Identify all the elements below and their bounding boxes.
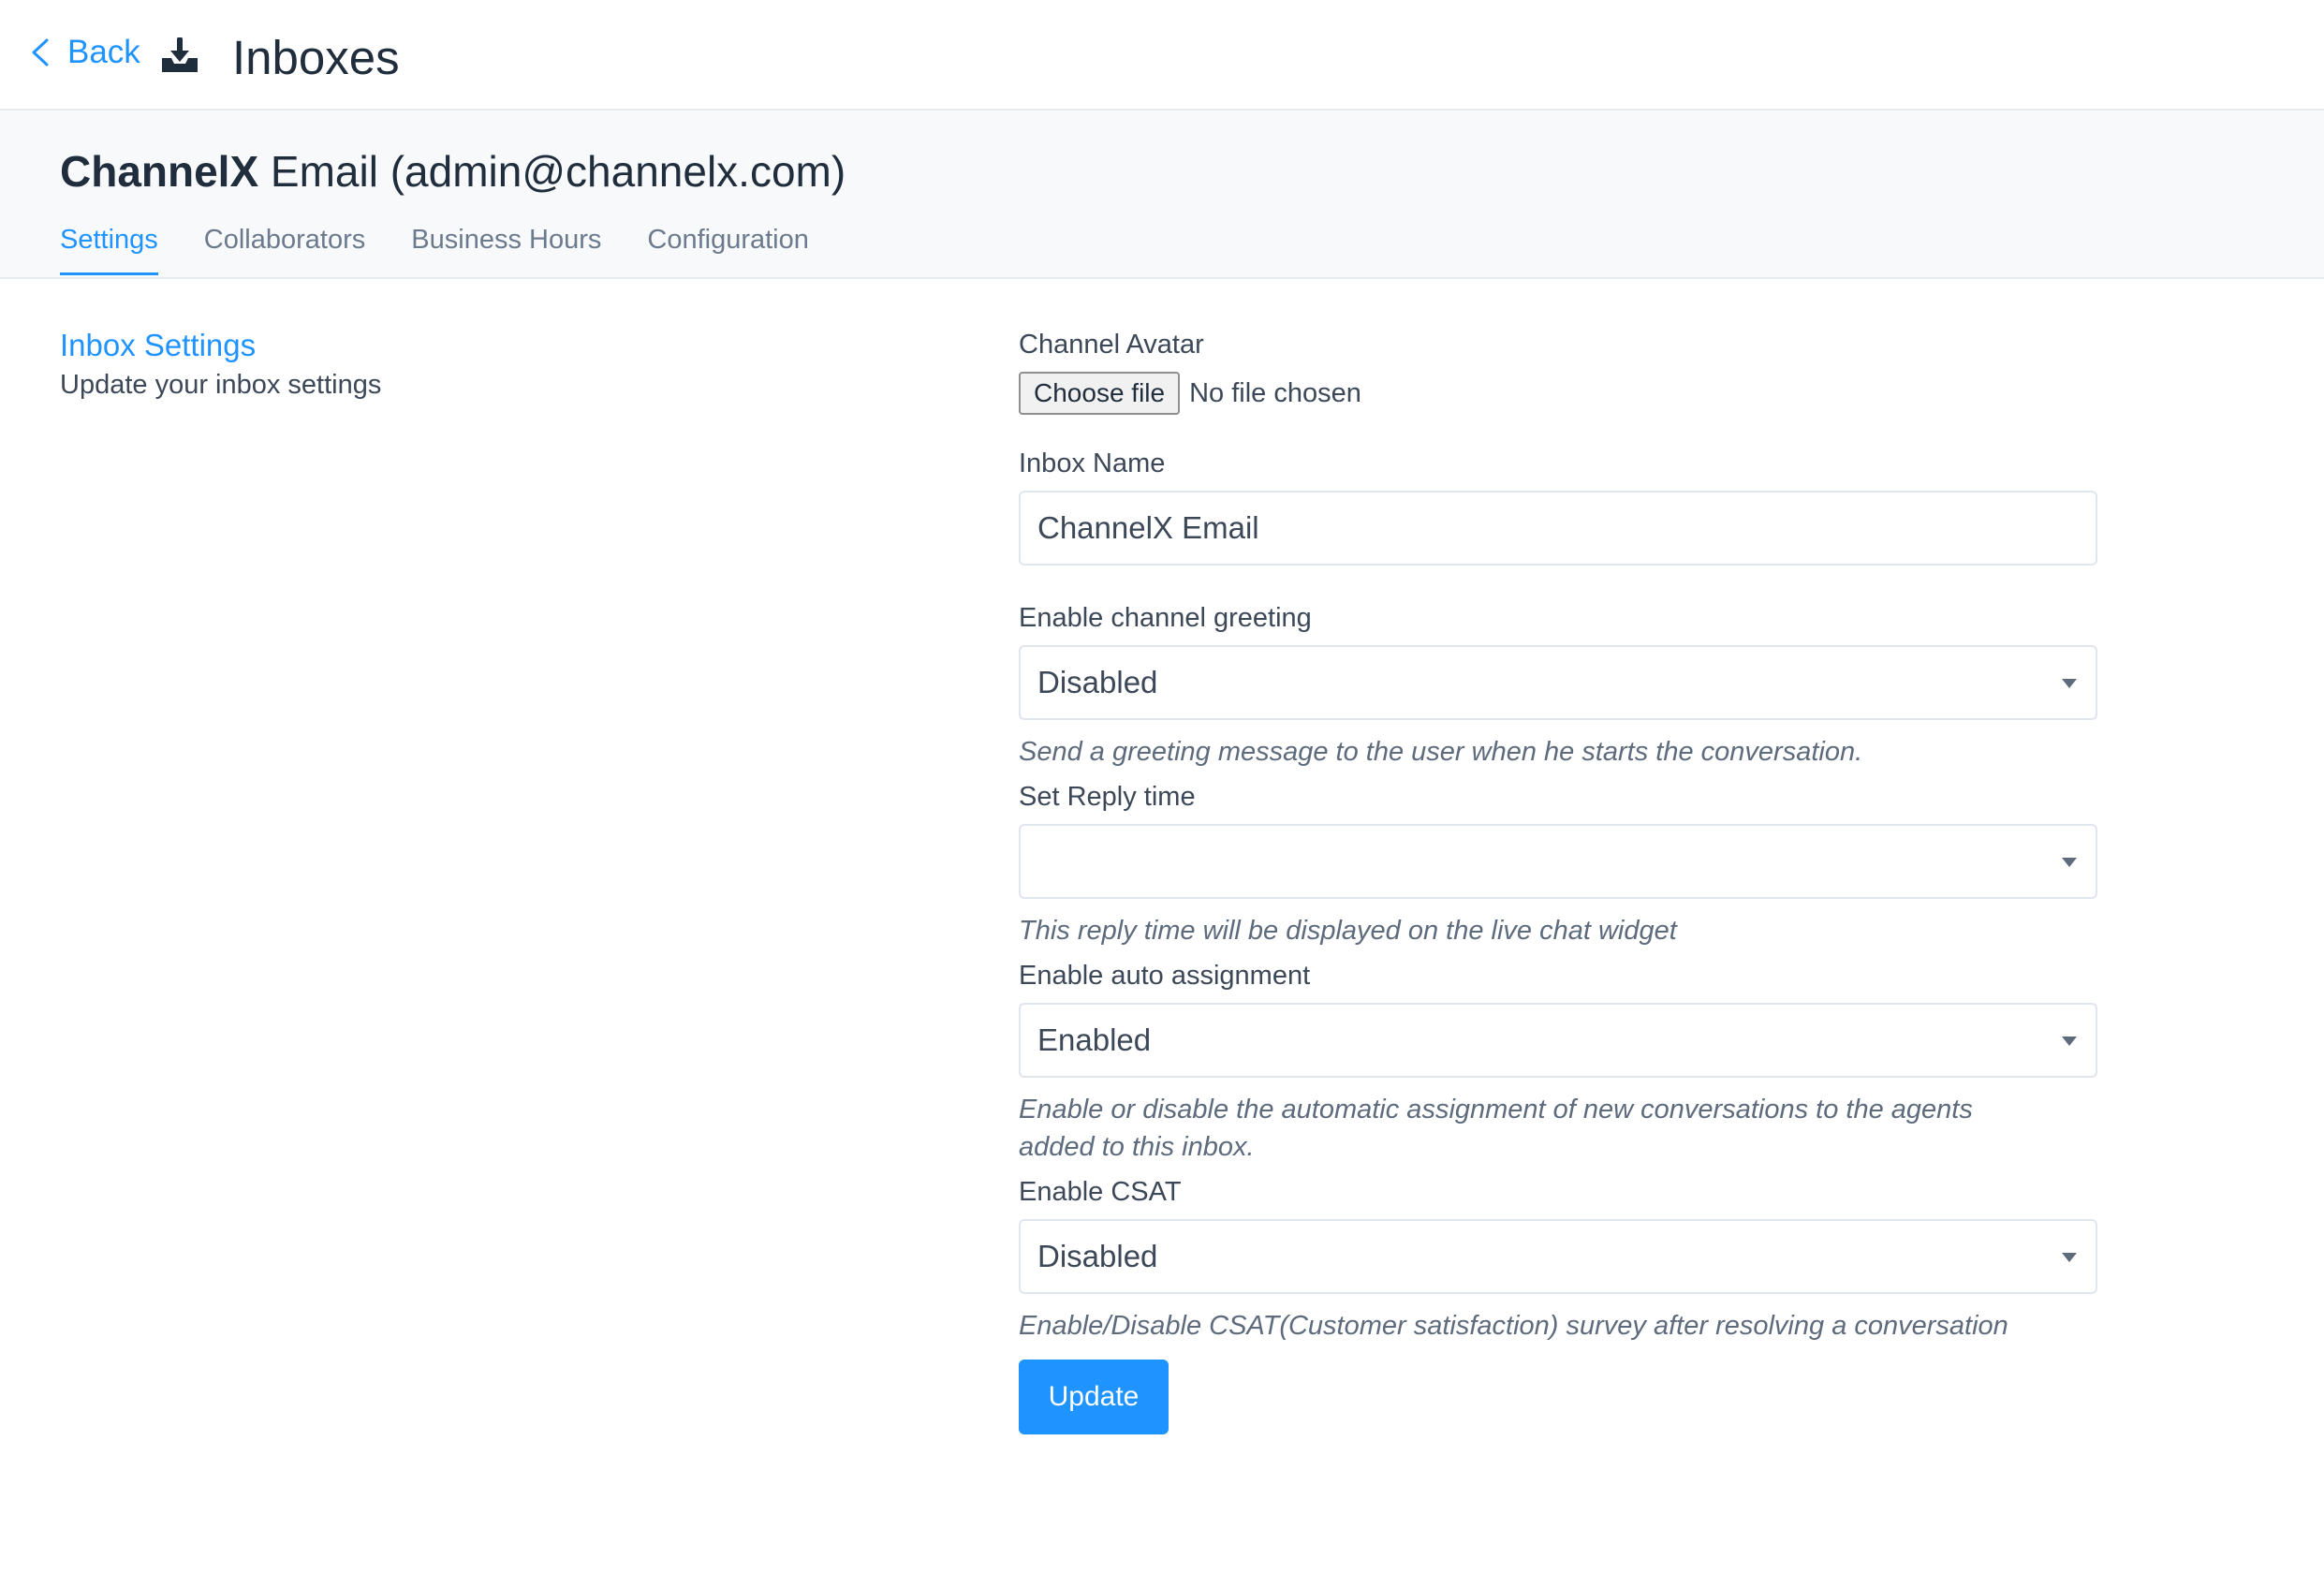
caret-down-icon xyxy=(2062,858,2077,867)
settings-form: Channel Avatar Choose file No file chose… xyxy=(1019,330,2097,1434)
auto-assignment-help-line-1: Enable or disable the automatic assignme… xyxy=(1019,1095,1973,1125)
csat-help: Enable/Disable CSAT(Customer satisfactio… xyxy=(1019,1311,2008,1341)
inbox-header: ChannelX Email (admin@channelx.com) Sett… xyxy=(0,110,2324,279)
page-title: Inboxes xyxy=(232,31,400,84)
tab-settings[interactable]: Settings xyxy=(60,225,158,275)
tab-configuration[interactable]: Configuration xyxy=(647,225,809,275)
greeting-select-value: Disabled xyxy=(1037,665,1158,699)
tab-business-hours[interactable]: Business Hours xyxy=(411,225,601,275)
csat-label: Enable CSAT xyxy=(1019,1177,1182,1207)
auto-assignment-select[interactable]: Enabled xyxy=(1019,1003,2097,1078)
chevron-left-icon xyxy=(32,38,49,66)
tab-collaborators[interactable]: Collaborators xyxy=(204,225,365,275)
greeting-label: Enable channel greeting xyxy=(1019,603,1312,633)
auto-assignment-help: Enable or disable the automatic assignme… xyxy=(1019,1091,2097,1166)
inbox-name-label: Inbox Name xyxy=(1019,448,1166,478)
tab-bar: Settings Collaborators Business Hours Co… xyxy=(60,225,855,275)
choose-file-button[interactable]: Choose file xyxy=(1019,372,1181,415)
section-description: Update your inbox settings xyxy=(60,370,382,400)
inbox-name-rest: Email (admin@channelx.com) xyxy=(258,147,846,196)
reply-time-select[interactable] xyxy=(1019,824,2097,899)
caret-down-icon xyxy=(2062,679,2077,688)
csat-select-value: Disabled xyxy=(1037,1239,1158,1273)
top-bar: Back Inboxes xyxy=(0,0,2324,110)
auto-assignment-select-value: Enabled xyxy=(1037,1022,1152,1057)
file-status: No file chosen xyxy=(1189,377,1361,408)
section-title: Inbox Settings xyxy=(60,328,257,362)
caret-down-icon xyxy=(2062,1037,2077,1046)
back-label: Back xyxy=(67,34,140,70)
auto-assignment-help-line-2: added to this inbox. xyxy=(1019,1132,1255,1162)
csat-select[interactable]: Disabled xyxy=(1019,1219,2097,1294)
reply-time-help: This reply time will be displayed on the… xyxy=(1019,916,1677,946)
greeting-select[interactable]: Disabled xyxy=(1019,645,2097,720)
greeting-help: Send a greeting message to the user when… xyxy=(1019,737,1863,767)
auto-assignment-label: Enable auto assignment xyxy=(1019,961,1311,991)
inbox-name-bold: ChannelX xyxy=(60,147,259,196)
reply-time-label: Set Reply time xyxy=(1019,782,1196,812)
caret-down-icon xyxy=(2062,1253,2077,1262)
update-button[interactable]: Update xyxy=(1019,1360,1169,1434)
inbox-download-icon xyxy=(162,37,198,72)
inbox-heading: ChannelX Email (admin@channelx.com) xyxy=(60,146,846,197)
avatar-file-input: Choose file No file chosen xyxy=(1019,372,2097,415)
back-button[interactable]: Back xyxy=(28,34,140,71)
avatar-label: Channel Avatar xyxy=(1019,330,1204,360)
inbox-name-input[interactable]: ChannelX Email xyxy=(1019,491,2097,566)
